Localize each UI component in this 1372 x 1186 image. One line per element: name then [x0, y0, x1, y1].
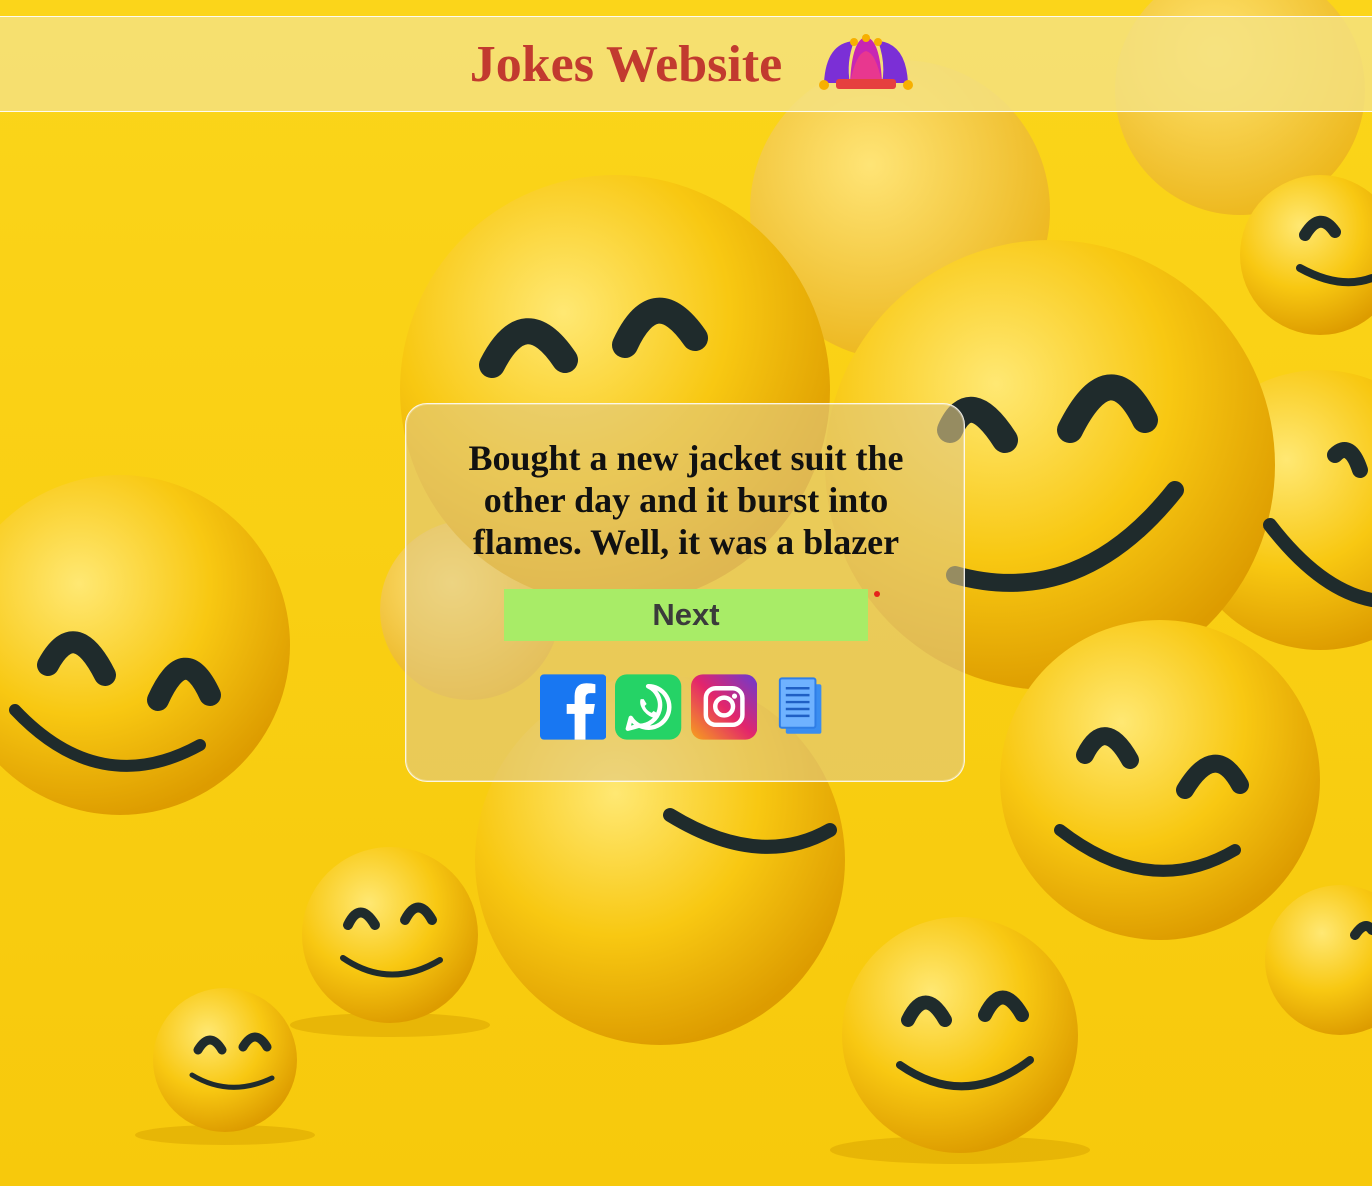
jester-hat-icon — [819, 34, 914, 90]
whatsapp-icon[interactable] — [615, 674, 682, 740]
joke-card: Bought a new jacket suit the other day a… — [405, 403, 965, 782]
copy-document-icon[interactable] — [766, 674, 832, 740]
next-joke-button[interactable]: Next — [504, 589, 868, 641]
notification-dot — [874, 591, 880, 597]
site-header: Jokes Website — [0, 16, 1372, 112]
site-title: Jokes Website — [469, 35, 783, 93]
joke-text: Bought a new jacket suit the other day a… — [468, 438, 904, 562]
share-buttons — [540, 674, 832, 740]
facebook-icon[interactable] — [540, 674, 607, 740]
instagram-icon[interactable] — [690, 674, 757, 740]
